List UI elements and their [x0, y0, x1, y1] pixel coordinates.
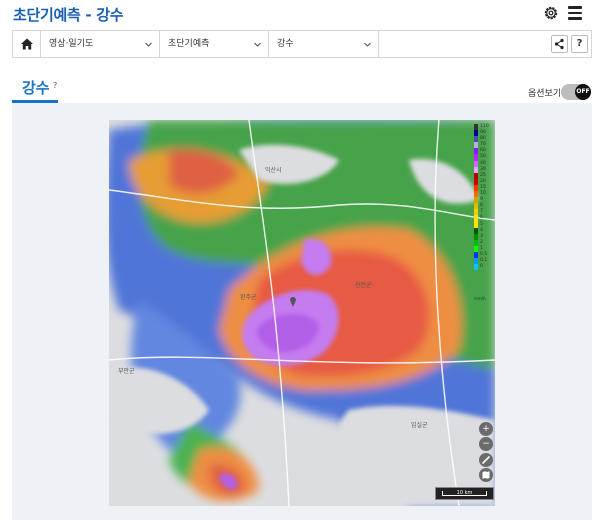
toggle-knob: OFF [575, 84, 591, 100]
chevron-down-icon [254, 42, 261, 47]
radar-map-canvas [109, 120, 495, 506]
measure-tool-button[interactable] [479, 453, 493, 467]
page-title: 초단기예측 - 강수 [13, 6, 124, 24]
home-button[interactable] [13, 31, 41, 57]
breadcrumb-element-select[interactable]: 강수 [269, 31, 379, 57]
legend-value: 0 [480, 264, 483, 270]
share-button[interactable] [551, 35, 568, 53]
zoom-in-button[interactable]: + [479, 422, 493, 436]
breadcrumb-category-label: 영상·일기도 [49, 39, 94, 49]
breadcrumb-element-label: 강수 [277, 39, 294, 49]
radar-map[interactable] [109, 120, 495, 506]
options-toggle-switch[interactable]: OFF [561, 84, 591, 100]
breadcrumb: 영상·일기도 초단기예측 강수 ? [12, 30, 592, 58]
ruler-icon [481, 455, 491, 465]
tab-precipitation[interactable]: 강수 ? [12, 77, 58, 103]
share-icon [554, 38, 564, 50]
map-place-label: 부안군 [118, 368, 135, 375]
map-place-label: 임실군 [411, 422, 428, 429]
tab-label: 강수 [22, 79, 50, 97]
map-place-label: 완주군 [240, 294, 257, 301]
home-icon [21, 38, 33, 50]
gear-icon[interactable] [543, 5, 559, 21]
zoom-out-button[interactable]: − [479, 437, 493, 451]
legend-row: 0 [474, 264, 490, 271]
chevron-down-icon [145, 42, 152, 47]
chevron-down-icon [364, 42, 371, 47]
header-bar: 초단기예측 - 강수 [0, 0, 600, 30]
legend-unit: mm/h [474, 296, 486, 301]
breadcrumb-category-select[interactable]: 영상·일기도 [41, 31, 160, 57]
map-place-label: 진안군 [355, 282, 372, 289]
legend-swatch [474, 264, 478, 271]
precipitation-legend: 110 90 80 70 60 50 40 30 25 20 15 10 9 8 7 6 5 4 3 2 1 0.5 0.1… [474, 124, 490, 301]
map-scale-bar: 10 km [435, 487, 494, 500]
breadcrumb-product-select[interactable]: 초단기예측 [160, 31, 269, 57]
help-button[interactable]: ? [571, 35, 588, 53]
map-place-label: 익산시 [265, 167, 282, 174]
map-layer-button[interactable] [479, 468, 493, 482]
map-icon [482, 471, 490, 479]
breadcrumb-product-label: 초단기예측 [168, 39, 210, 49]
tab-help-icon[interactable]: ? [53, 81, 57, 90]
hamburger-menu-icon[interactable] [568, 6, 582, 20]
options-toggle-label: 옵션보기 [528, 89, 562, 99]
